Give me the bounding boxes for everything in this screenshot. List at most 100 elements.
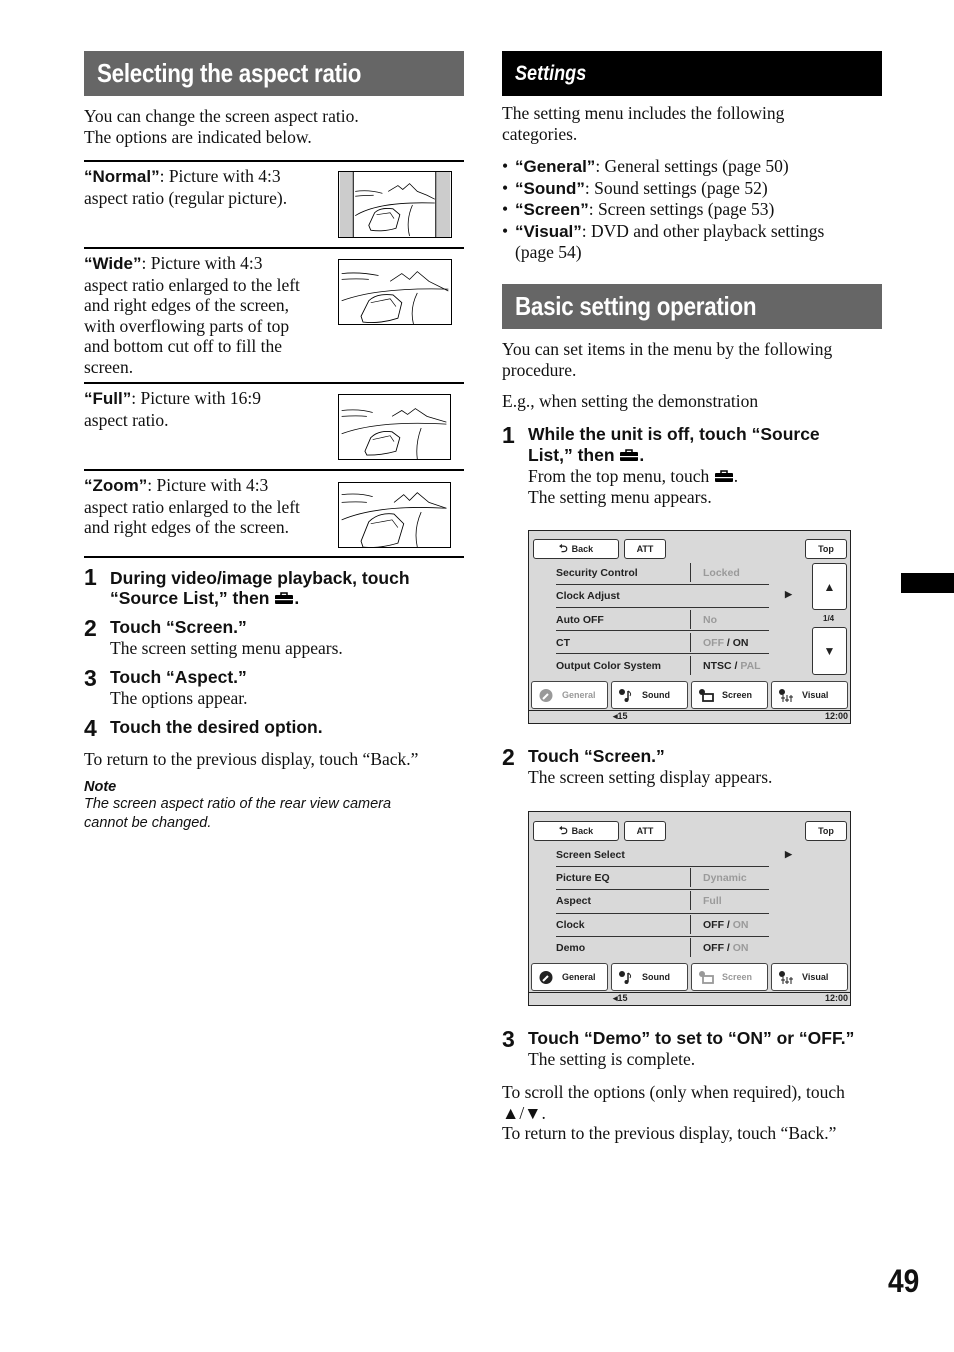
tab-label: Visual [802, 972, 829, 982]
top-label: Top [818, 826, 834, 836]
tab-label: General [562, 690, 596, 700]
clock-display: 12:00 [824, 993, 848, 1003]
toolbox-icon [274, 589, 294, 604]
tab-label: Screen [722, 690, 753, 700]
step-number: 3 [502, 1026, 515, 1052]
step-heading: While the unit is off, touch “Source [528, 424, 820, 444]
menu-row-aspect[interactable]: Aspect Full [556, 889, 769, 912]
step-heading: During video/image playback, touch [110, 568, 410, 588]
menu-row-security-control[interactable]: Security Control Locked [556, 561, 769, 584]
option-desc: and bottom cut off to fill the [84, 336, 282, 356]
value-part: OFF / [703, 918, 733, 931]
tab-screen[interactable]: Screen [691, 681, 768, 709]
divider [84, 247, 464, 249]
category-name: “Visual” [515, 221, 582, 241]
note-title: Note [84, 779, 117, 795]
tab-sound[interactable]: Sound [611, 681, 688, 709]
step-heading-suffix: . [294, 588, 300, 608]
option-desc: and right edges of the screen, [84, 295, 290, 315]
basic-intro: You can set items in the menu by the fol… [502, 339, 832, 380]
row-label: Demo [556, 941, 586, 954]
att-label: ATT [636, 826, 654, 836]
volume-indicator: ◂15 [613, 711, 628, 722]
option-desc: and right edges of the screen. [84, 517, 290, 537]
equalizer-icon [778, 688, 795, 703]
note-text: cannot be changed. [84, 814, 212, 831]
step-description: The screen setting menu appears. [110, 638, 343, 658]
category-item: “Visual”: DVD and other playback setting… [502, 221, 882, 263]
row-label: Picture EQ [556, 871, 610, 884]
step-number: 2 [502, 744, 515, 770]
section-title-aspect-ratio: Selecting the aspect ratio [84, 51, 464, 96]
back-button[interactable]: ⮌ Back [533, 539, 619, 559]
up-arrow-icon: ▲ [823, 579, 836, 594]
tab-screen[interactable]: Screen [691, 963, 768, 991]
tab-general[interactable]: General [531, 681, 608, 709]
option-normal: “Normal”: Picture with 4:3 aspect ratio … [84, 166, 334, 208]
row-label: Clock [556, 918, 585, 931]
example-text: E.g., when setting the demonstration [502, 391, 759, 411]
value-part: ON [732, 941, 749, 954]
submenu-arrow-icon: ▶ [785, 849, 792, 859]
row-divider [690, 656, 691, 675]
att-button[interactable]: ATT [624, 821, 666, 841]
page-number: 49 [888, 1263, 920, 1299]
option-desc: : Picture with 4:3 [141, 253, 263, 273]
step-heading: Touch “Screen.” [528, 746, 665, 766]
status-bar: ◂15 12:00 [529, 992, 850, 1004]
menu-row-picture-eq[interactable]: Picture EQ Dynamic [556, 866, 769, 889]
value-part: Dynamic [703, 871, 747, 884]
step-heading: Touch “Demo” to set to “ON” or “OFF.” [528, 1028, 855, 1048]
section-thumb-tab [901, 573, 954, 593]
volume-value: 15 [617, 993, 628, 1003]
tab-visual[interactable]: Visual [771, 681, 848, 709]
step-description-text: From the top menu, touch [528, 466, 710, 486]
row-label: Security Control [556, 566, 638, 579]
wrench-icon [538, 970, 555, 985]
value-part: / ON [724, 636, 749, 649]
toolbox-icon [619, 446, 639, 461]
row-value: No [703, 614, 717, 626]
back-button[interactable]: ⮌ Back [533, 821, 619, 841]
divider [84, 556, 464, 558]
row-value: Dynamic [703, 872, 747, 884]
scroll-down-button[interactable]: ▼ [812, 627, 847, 675]
step-heading: “Source List,” then . [110, 588, 299, 609]
att-button[interactable]: ATT [624, 539, 666, 559]
tab-visual[interactable]: Visual [771, 963, 848, 991]
menu-row-clock[interactable]: Clock OFF / ON [556, 913, 769, 936]
divider [84, 469, 464, 471]
option-desc: aspect ratio. [84, 409, 169, 430]
section-title-settings: Settings [502, 51, 882, 96]
equalizer-icon [778, 970, 795, 985]
menu-row-output-color-system[interactable]: Output Color System NTSC / PAL [556, 654, 769, 677]
category-desc: (page 54) [515, 242, 582, 262]
option-desc: with overflowing parts of top [84, 315, 290, 336]
category-desc: : DVD and other playback settings [581, 220, 825, 241]
settings-screen-screen: ⮌ Back ATT Top Screen Select ▶ Picture EQ… [528, 811, 851, 1006]
tab-general[interactable]: General [531, 963, 608, 991]
scroll-up-button[interactable]: ▲ [812, 563, 847, 610]
menu-row-screen-select[interactable]: Screen Select [556, 843, 769, 866]
menu-row-ct[interactable]: CT OFF / ON [556, 631, 769, 654]
settings-intro: The setting menu includes the following … [502, 103, 784, 144]
step-heading-text: “Source List,” then [110, 588, 270, 608]
tab-sound[interactable]: Sound [611, 963, 688, 991]
menu-row-demo[interactable]: Demo OFF / ON [556, 936, 769, 959]
step-description: The setting is complete. [528, 1049, 696, 1069]
menu-row-clock-adjust[interactable]: Clock Adjust [556, 584, 769, 607]
section-title-basic-operation: Basic setting operation [502, 284, 882, 329]
menu-row-auto-off[interactable]: Auto OFF No [556, 608, 769, 631]
row-value: OFF / ON [703, 942, 749, 954]
option-name: “Full” [84, 389, 132, 408]
intro-line: You can change the screen aspect ratio. [84, 106, 359, 126]
value-part: Locked [703, 566, 740, 579]
option-zoom: “Zoom”: Picture with 4:3 aspect ratio en… [84, 475, 334, 538]
option-name: “Wide” [84, 254, 142, 273]
car-illustration-icon [339, 172, 451, 237]
row-value: OFF / ON [703, 919, 749, 931]
row-divider [690, 938, 691, 957]
normal-aspect-illustration [338, 171, 452, 238]
top-button[interactable]: Top [805, 821, 847, 841]
top-button[interactable]: Top [805, 539, 847, 559]
